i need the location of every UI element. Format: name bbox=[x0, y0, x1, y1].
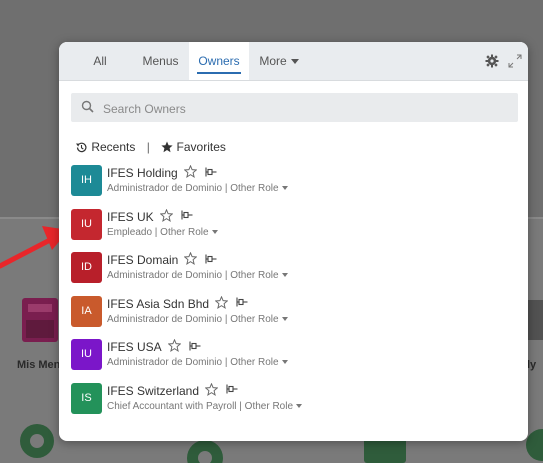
owner-name[interactable]: IFES Asia Sdn Bhd bbox=[107, 297, 209, 311]
owner-name[interactable]: IFES Domain bbox=[107, 253, 178, 267]
filter-separator: | bbox=[146, 139, 150, 154]
chevron-down-icon bbox=[296, 403, 303, 408]
owner-item[interactable]: ID IFES Domain Administrador de Dominio | … bbox=[71, 250, 521, 294]
tab-all-label: All bbox=[93, 54, 107, 68]
owner-name-row: IFES Asia Sdn Bhd bbox=[107, 295, 248, 312]
owner-role[interactable]: Administrador de Dominio | Other Role bbox=[107, 357, 288, 368]
background-envelope-icon bbox=[22, 298, 58, 342]
owner-avatar: IA bbox=[71, 295, 102, 327]
owner-role[interactable]: Chief Accountant with Payroll | Other Ro… bbox=[107, 400, 303, 412]
tab-all[interactable]: All bbox=[79, 42, 121, 80]
owner-name[interactable]: IFES Holding bbox=[107, 166, 178, 180]
pin-icon[interactable] bbox=[226, 383, 238, 398]
owner-item[interactable]: IS IFES Switzerland Chief Accountant with … bbox=[71, 381, 521, 425]
owner-role[interactable]: Empleado | Other Role bbox=[107, 227, 218, 238]
tab-menus[interactable]: Menus bbox=[133, 42, 188, 80]
chevron-down-icon bbox=[281, 316, 288, 321]
pin-icon[interactable] bbox=[205, 253, 217, 268]
owner-name-row: IFES USA bbox=[107, 338, 201, 355]
owner-avatar: IS bbox=[71, 382, 102, 414]
owner-name-row: IFES Switzerland bbox=[107, 382, 238, 399]
tab-bar: All Menus Owners More bbox=[59, 42, 528, 81]
recents-filter[interactable]: Recents bbox=[75, 139, 135, 154]
star-outline-icon[interactable] bbox=[159, 208, 174, 225]
background-tile-label: Mis Men bbox=[17, 359, 61, 371]
chevron-down-icon bbox=[281, 186, 288, 191]
search-box bbox=[71, 93, 518, 124]
owner-role-label: Administrador de Dominio | Other Role bbox=[107, 357, 279, 368]
owners-popover: All Menus Owners More Search Owners Rece… bbox=[59, 42, 528, 441]
pin-icon[interactable] bbox=[236, 296, 248, 311]
pin-icon[interactable] bbox=[189, 340, 201, 355]
owners-list: IH IFES Holding Administrador de Dominio |… bbox=[71, 163, 521, 424]
star-outline-icon[interactable] bbox=[214, 295, 229, 312]
owner-avatar: IU bbox=[71, 339, 102, 370]
star-outline-icon[interactable] bbox=[183, 251, 198, 268]
pin-icon[interactable] bbox=[205, 166, 217, 181]
search-icon bbox=[81, 100, 94, 113]
owner-avatar: IU bbox=[71, 208, 102, 240]
owner-role[interactable]: Administrador de Dominio | Other Role bbox=[107, 270, 288, 281]
owner-item[interactable]: IU IFES USA Administrador de Dominio | Oth… bbox=[71, 337, 521, 381]
owner-name-row: IFES Domain bbox=[107, 251, 217, 268]
background-gear-icon bbox=[20, 424, 54, 458]
chevron-down-icon bbox=[211, 229, 218, 234]
tab-more-label: More bbox=[259, 54, 287, 68]
owner-name[interactable]: IFES UK bbox=[107, 210, 154, 224]
owner-name[interactable]: IFES Switzerland bbox=[107, 384, 199, 398]
owner-item[interactable]: IA IFES Asia Sdn Bhd Administrador de Domi… bbox=[71, 294, 521, 338]
background-tile-label-right: ly bbox=[527, 359, 537, 371]
chevron-down-icon bbox=[281, 273, 288, 278]
owner-role[interactable]: Administrador de Dominio | Other Role bbox=[107, 183, 288, 194]
owner-role[interactable]: Administrador de Dominio | Other Role bbox=[107, 314, 288, 325]
owner-role-label: Chief Accountant with Payroll | Other Ro… bbox=[107, 400, 294, 412]
favorites-label: Favorites bbox=[176, 140, 226, 155]
pin-icon[interactable] bbox=[181, 209, 193, 224]
owner-role-label: Administrador de Dominio | Other Role bbox=[107, 183, 279, 194]
owner-role-label: Empleado | Other Role bbox=[107, 226, 209, 238]
star-outline-icon[interactable] bbox=[183, 164, 198, 181]
star-outline-icon[interactable] bbox=[204, 382, 219, 399]
tab-menus-label: Menus bbox=[142, 54, 179, 68]
tab-owners-label: Owners bbox=[198, 54, 240, 68]
owner-name-row: IFES UK bbox=[107, 208, 193, 225]
gear-icon[interactable] bbox=[485, 54, 499, 68]
star-filled-icon bbox=[161, 141, 173, 153]
tab-more[interactable]: More bbox=[251, 42, 307, 80]
history-icon bbox=[76, 142, 87, 152]
owner-name-row: IFES Holding bbox=[107, 164, 217, 181]
favorites-filter[interactable]: Favorites bbox=[161, 139, 226, 154]
owner-name[interactable]: IFES USA bbox=[107, 340, 162, 354]
owner-item[interactable]: IH IFES Holding Administrador de Dominio |… bbox=[71, 163, 521, 207]
owner-item[interactable]: IU IFES UK Empleado | Other Role bbox=[71, 207, 521, 251]
owner-role-label: Administrador de Dominio | Other Role bbox=[107, 270, 279, 281]
expand-icon[interactable] bbox=[508, 54, 522, 68]
chevron-down-icon bbox=[281, 360, 288, 365]
recents-label: Recents bbox=[91, 140, 136, 155]
star-outline-icon[interactable] bbox=[167, 338, 182, 355]
search-input[interactable] bbox=[101, 93, 505, 124]
owner-avatar: IH bbox=[71, 165, 102, 196]
owner-role-label: Administrador de Dominio | Other Role bbox=[107, 313, 279, 325]
chevron-down-icon bbox=[290, 59, 299, 65]
filter-row: Recents | Favorites bbox=[75, 139, 226, 155]
tab-owners[interactable]: Owners bbox=[189, 42, 249, 80]
owner-avatar: ID bbox=[71, 252, 102, 283]
